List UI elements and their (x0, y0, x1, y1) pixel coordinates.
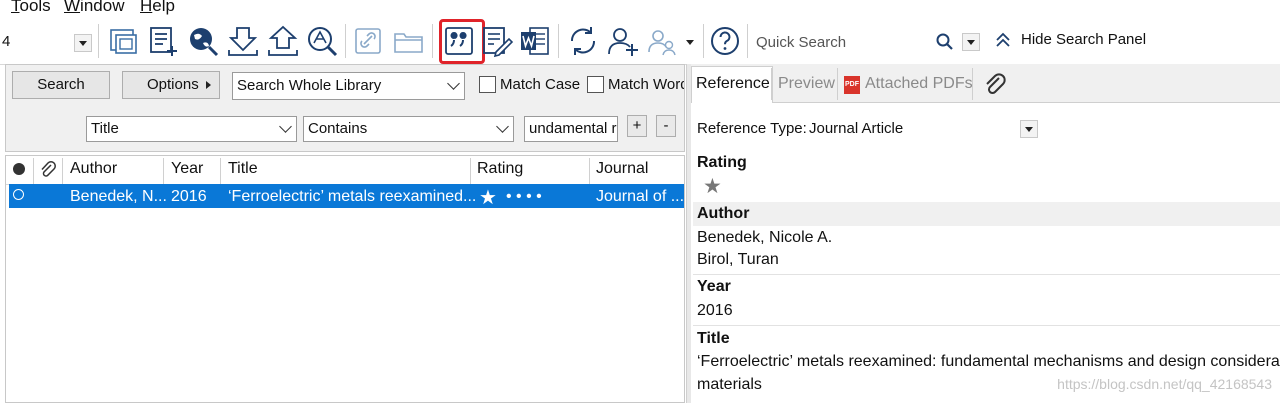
toolbar-separator (703, 24, 704, 58)
import-icon[interactable] (226, 24, 260, 58)
match-case-checkbox[interactable] (479, 76, 496, 93)
toolbar-separator (345, 24, 346, 58)
search-scope-select[interactable]: Search Whole Library (232, 72, 465, 100)
row-author: Benedek, N... (70, 188, 167, 205)
column-header-rating[interactable]: Rating (477, 160, 523, 182)
match-case-label: Match Case (500, 76, 581, 93)
export-icon[interactable] (266, 24, 300, 58)
toolbar-separator (432, 24, 433, 58)
tab-reference[interactable]: Reference (696, 75, 770, 93)
unread-status-icon[interactable] (13, 189, 24, 200)
chevron-down-icon (279, 120, 292, 133)
online-search-icon[interactable] (186, 24, 220, 58)
menu-window[interactable]: Window (64, 0, 124, 16)
paperclip-icon[interactable] (983, 72, 1007, 98)
remove-search-row-button[interactable]: - (656, 115, 676, 137)
title-value-line2[interactable]: materials (697, 376, 762, 394)
column-separator (589, 158, 590, 184)
title-value-clip: ‘Ferroelectric’ metals reexamined: funda… (693, 350, 1280, 400)
open-file-icon[interactable] (392, 24, 426, 58)
title-label: Title (697, 330, 730, 347)
match-words-label: Match Words (608, 76, 684, 93)
match-words-label-clip: Match Words (608, 72, 684, 96)
rating-dots[interactable]: • • • • (506, 188, 542, 206)
reference-type-value[interactable]: Journal Article (809, 120, 903, 137)
column-header-title[interactable]: Title (228, 160, 258, 182)
tab-separator (837, 68, 838, 100)
attachment-column-icon[interactable] (39, 160, 57, 180)
search-icon[interactable] (936, 33, 954, 51)
search-operator-select[interactable]: Contains (303, 116, 514, 142)
field-divider (693, 325, 1280, 326)
reference-type-label: Reference Type: (697, 120, 807, 137)
year-value[interactable]: 2016 (697, 302, 733, 320)
title-value-line1[interactable]: ‘Ferroelectric’ metals reexamined: funda… (697, 353, 1280, 371)
author-label: Author (697, 205, 750, 222)
new-reference-icon[interactable] (146, 24, 180, 58)
rating-star-icon[interactable]: ★ (479, 185, 497, 210)
column-header-year[interactable]: Year (171, 160, 203, 182)
menu-help[interactable]: Help (140, 0, 175, 16)
share-library-icon[interactable] (605, 24, 639, 58)
groups-dropdown-chevron-icon[interactable] (682, 34, 698, 50)
open-link-icon[interactable] (352, 24, 386, 58)
format-paper-icon[interactable] (480, 24, 514, 58)
new-group-icon[interactable] (107, 24, 141, 58)
rating-label: Rating (697, 154, 747, 171)
row-year: 2016 (171, 188, 207, 205)
column-separator (220, 158, 221, 184)
quick-search-input[interactable]: Quick Search (750, 28, 982, 56)
reference-type-chevron-icon[interactable] (1020, 120, 1038, 138)
tab-attached-pdfs[interactable]: Attached PDFs (865, 75, 973, 93)
menu-tools[interactable]: Tools (11, 0, 51, 16)
row-title: ‘Ferroelectric’ metals reexamined... (228, 188, 477, 205)
tab-separator (771, 68, 772, 100)
insert-citation-highlight (439, 19, 485, 64)
toolbar-separator (747, 24, 748, 58)
pdf-icon: PDF (844, 76, 860, 94)
author-value[interactable]: Birol, Turan (697, 251, 779, 269)
search-field-select[interactable]: Title (86, 116, 297, 142)
chevron-down-icon (447, 77, 460, 90)
toolbar-separator (98, 24, 99, 58)
field-divider (693, 274, 1280, 275)
column-separator (470, 158, 471, 184)
chevron-right-icon (206, 81, 211, 89)
column-separator (62, 158, 63, 184)
read-status-column-icon[interactable] (13, 163, 25, 175)
options-button[interactable]: Options (122, 71, 220, 99)
toolbar-separator (558, 24, 559, 58)
author-value[interactable]: Benedek, Nicole A. (697, 229, 832, 247)
tab-preview[interactable]: Preview (778, 75, 835, 93)
search-button[interactable]: Search (12, 71, 110, 99)
column-separator (163, 158, 164, 184)
sync-icon[interactable] (566, 24, 600, 58)
column-header-author[interactable]: Author (70, 160, 117, 182)
double-chevron-up-icon (996, 32, 1010, 47)
chevron-down-icon (496, 120, 509, 133)
menu-bar: Tools Window Help (0, 0, 1280, 18)
output-style-select[interactable]: 4 (0, 30, 92, 54)
row-journal: Journal of ... (596, 188, 685, 205)
watermark: https://blog.csdn.net/qq_42168543 (1057, 376, 1272, 392)
groups-icon[interactable] (645, 24, 679, 58)
quick-search-options-chevron-icon[interactable] (962, 33, 980, 51)
find-full-text-icon[interactable] (305, 24, 339, 58)
help-icon[interactable] (708, 24, 742, 58)
word-icon[interactable] (518, 24, 552, 58)
column-header-journal[interactable]: Journal (596, 160, 648, 182)
column-separator (33, 158, 34, 184)
year-label: Year (697, 278, 731, 295)
match-words-checkbox[interactable] (587, 76, 604, 93)
author-field-band (693, 202, 1280, 226)
chevron-down-icon[interactable] (74, 34, 92, 52)
tab-separator (972, 68, 973, 100)
search-term-input[interactable]: undamental r (524, 116, 618, 142)
rating-star-icon[interactable]: ★ (703, 174, 722, 199)
add-search-row-button[interactable]: + (627, 115, 647, 137)
